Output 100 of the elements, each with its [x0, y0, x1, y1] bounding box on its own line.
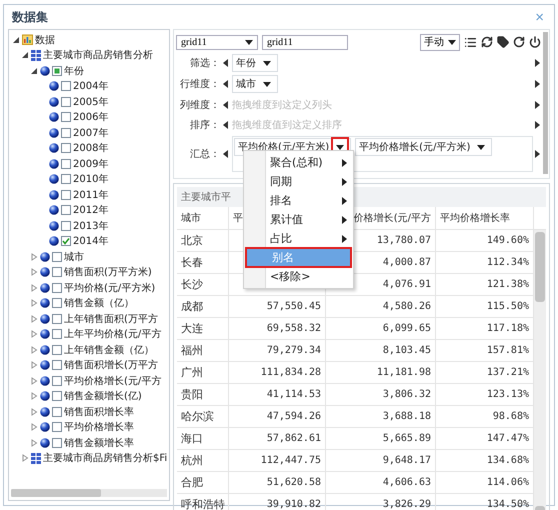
- table-cell: 海口: [177, 428, 229, 450]
- tree-item-label[interactable]: 主要城市商品房销售分析: [43, 48, 153, 62]
- tree-item-label[interactable]: 2009年: [73, 156, 108, 171]
- checkbox[interactable]: [61, 112, 71, 122]
- collapsed-toggle-icon[interactable]: [21, 454, 29, 462]
- collapsed-toggle-icon[interactable]: [30, 438, 38, 447]
- tree-item-label[interactable]: 平均价格增长率: [64, 420, 134, 434]
- collapsed-toggle-icon[interactable]: [30, 268, 38, 276]
- scroll-right-icon[interactable]: [533, 79, 541, 89]
- collapsed-toggle-icon[interactable]: [30, 252, 38, 261]
- tree-item-label[interactable]: 数据: [35, 32, 55, 47]
- checkbox[interactable]: [61, 81, 71, 92]
- checkbox[interactable]: [52, 314, 62, 324]
- column-header[interactable]: 平均价格增长率: [436, 207, 534, 230]
- checkbox[interactable]: [52, 282, 62, 293]
- collapsed-toggle-icon[interactable]: [30, 392, 38, 400]
- tree-item-label[interactable]: 2008年: [73, 141, 108, 156]
- scrollbar[interactable]: [543, 32, 548, 174]
- tree-item-label[interactable]: 上年销售金额（亿）: [64, 342, 154, 357]
- checkbox[interactable]: [61, 220, 71, 231]
- grid-name-input[interactable]: grid11: [262, 34, 348, 50]
- tree-item-label[interactable]: 销售面积增长(万平方: [64, 358, 158, 372]
- tree-item-label[interactable]: 销售面积(万平方米): [64, 265, 152, 280]
- scrollbar[interactable]: [11, 489, 167, 497]
- tree-item-label[interactable]: 2010年: [73, 172, 108, 186]
- tree-item-label[interactable]: 城市: [64, 250, 84, 264]
- tree-item-label[interactable]: 2005年: [73, 94, 108, 109]
- menu-item[interactable]: 排名: [244, 191, 353, 210]
- checkbox[interactable]: [61, 158, 71, 169]
- checkbox[interactable]: [61, 128, 71, 138]
- checkbox[interactable]: [52, 422, 62, 432]
- checkbox[interactable]: [52, 267, 62, 278]
- sphere-icon: [40, 422, 50, 432]
- collapsed-toggle-icon[interactable]: [30, 299, 38, 308]
- tree-item-label[interactable]: 主要城市商品房销售分析$Fi: [43, 451, 168, 466]
- tree-item-label[interactable]: 销售金额（亿）: [64, 296, 134, 310]
- tree-item-label[interactable]: 2004年: [73, 79, 108, 94]
- scroll-right-icon[interactable]: [533, 149, 541, 159]
- tree-item-label[interactable]: 平均价格(元/平方米): [64, 280, 156, 295]
- collapsed-toggle-icon[interactable]: [30, 408, 38, 416]
- checkbox[interactable]: [61, 143, 71, 154]
- collapsed-toggle-icon[interactable]: [30, 346, 38, 354]
- mode-select[interactable]: 手动: [420, 34, 460, 50]
- tree-item-label[interactable]: 销售金额增长率: [64, 436, 134, 450]
- checkbox[interactable]: [52, 329, 62, 340]
- grid-select[interactable]: grid11: [176, 34, 258, 50]
- refresh-icon[interactable]: [481, 36, 493, 48]
- checkbox[interactable]: [52, 438, 62, 448]
- scroll-left-icon[interactable]: [222, 149, 230, 159]
- table-cell: 11,181.98: [326, 362, 436, 384]
- tree-item-label[interactable]: 2011年: [73, 188, 108, 202]
- checkbox[interactable]: [52, 298, 62, 308]
- tree-item-label[interactable]: 上年平均价格(元/平方: [64, 327, 162, 342]
- checkbox[interactable]: [61, 205, 71, 216]
- tree-item-label[interactable]: 上年销售面积(万平方: [64, 312, 158, 326]
- tree-item-label[interactable]: 销售金额增长(亿): [64, 389, 142, 404]
- list-icon[interactable]: [464, 36, 477, 48]
- table-cell: 呼和浩特: [177, 494, 229, 510]
- scrollbar[interactable]: [534, 230, 546, 510]
- collapsed-toggle-icon[interactable]: [30, 376, 38, 385]
- collapsed-toggle-icon[interactable]: [30, 361, 38, 370]
- column-header[interactable]: 城市: [177, 207, 229, 230]
- checkbox[interactable]: [61, 236, 71, 246]
- expanded-toggle-icon[interactable]: [30, 66, 38, 75]
- checkbox[interactable]: [52, 376, 62, 386]
- table-cell: 9,648.17: [326, 450, 436, 472]
- field-chip[interactable]: 年份: [232, 54, 278, 72]
- field-chip[interactable]: 城市: [232, 75, 278, 93]
- tree-item-label[interactable]: 2013年: [73, 218, 108, 233]
- checkbox[interactable]: [52, 252, 62, 262]
- scroll-left-icon[interactable]: [222, 79, 230, 89]
- expanded-toggle-icon[interactable]: [12, 36, 20, 44]
- field-chip[interactable]: 平均价格增长(元/平方米): [355, 138, 492, 156]
- tag-icon[interactable]: [497, 36, 509, 48]
- collapsed-toggle-icon[interactable]: [30, 284, 38, 292]
- collapsed-toggle-icon[interactable]: [30, 330, 38, 338]
- scroll-right-icon[interactable]: [533, 58, 541, 68]
- menu-item[interactable]: 聚合(总和): [244, 153, 353, 172]
- tree-item-label[interactable]: 2012年: [73, 203, 108, 218]
- checkbox[interactable]: [52, 360, 62, 370]
- tree-item-label[interactable]: 平均价格增长(元/平方: [64, 374, 162, 388]
- redo-icon[interactable]: [513, 36, 525, 48]
- checkbox[interactable]: [52, 344, 62, 355]
- tree-item-label[interactable]: 年份: [64, 64, 84, 78]
- tree-item-label[interactable]: 销售面积增长率: [64, 404, 134, 419]
- checkbox[interactable]: [52, 391, 62, 402]
- scroll-left-icon[interactable]: [222, 58, 230, 68]
- checkbox[interactable]: [61, 96, 71, 107]
- tree-item-label[interactable]: 2014年: [73, 234, 108, 248]
- collapsed-toggle-icon[interactable]: [30, 314, 38, 323]
- collapsed-toggle-icon[interactable]: [30, 423, 38, 432]
- tree-item-label[interactable]: 2007年: [73, 126, 108, 140]
- power-icon[interactable]: [529, 36, 541, 48]
- checkbox[interactable]: [61, 174, 71, 184]
- checkbox[interactable]: [52, 406, 62, 417]
- sphere-icon: [40, 438, 50, 448]
- expanded-toggle-icon[interactable]: [21, 51, 29, 60]
- checkbox[interactable]: [61, 190, 71, 200]
- tree-item-label[interactable]: 2006年: [73, 110, 108, 124]
- checkbox[interactable]: [52, 66, 62, 76]
